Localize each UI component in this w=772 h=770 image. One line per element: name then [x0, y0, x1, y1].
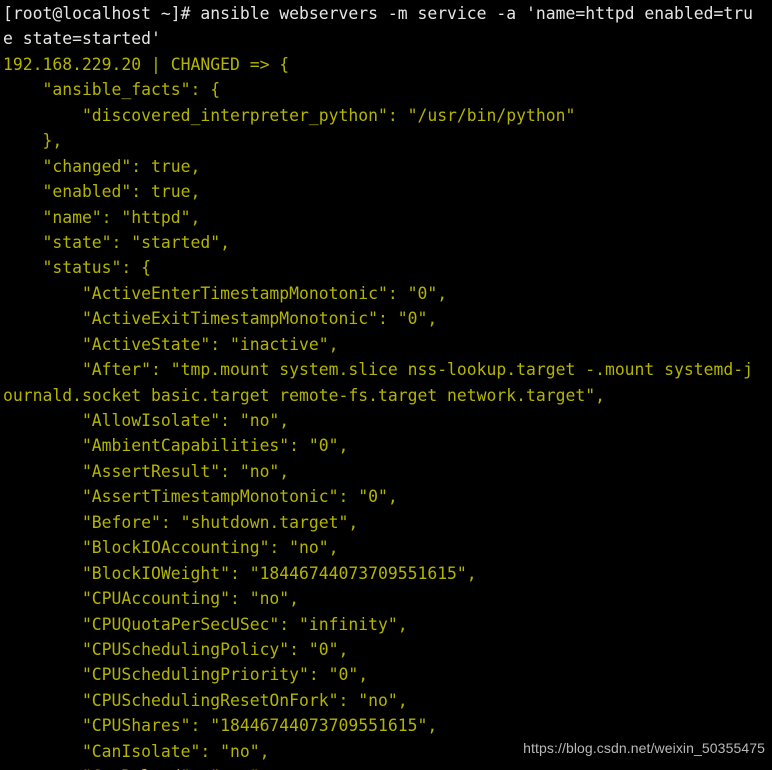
- terminal-line: "After": "tmp.mount system.slice nss-loo…: [3, 360, 753, 380]
- terminal-line: e state=started': [3, 29, 161, 49]
- terminal-line: "CPUSchedulingResetOnFork": "no",: [3, 690, 408, 710]
- terminal-line: "CPUAccounting": "no",: [3, 589, 300, 609]
- terminal-line: "ActiveExitTimestampMonotonic": "0",: [3, 309, 438, 329]
- terminal-line: "CanReload": "yes",: [3, 764, 772, 770]
- terminal-window[interactable]: [root@localhost ~]# ansible webservers -…: [0, 0, 772, 770]
- terminal-line: "discovered_interpreter_python": "/usr/b…: [3, 105, 576, 125]
- terminal-line: "name": "httpd",: [3, 207, 201, 227]
- terminal-line: "BlockIOAccounting": "no",: [3, 538, 339, 558]
- watermark-url: https://blog.csdn.net/weixin_50355475: [523, 740, 765, 756]
- terminal-line: "CPUSchedulingPriority": "0",: [3, 665, 369, 685]
- terminal-line: "enabled": true,: [3, 182, 201, 202]
- terminal-line: "CPUShares": "18446744073709551615",: [3, 716, 438, 736]
- terminal-line: "Before": "shutdown.target",: [3, 512, 359, 532]
- terminal-line: },: [3, 131, 63, 151]
- terminal-line: "state": "started",: [3, 232, 230, 252]
- terminal-line: 192.168.229.20 | CHANGED => {: [3, 54, 290, 74]
- terminal-line: "ActiveEnterTimestampMonotonic": "0",: [3, 283, 448, 303]
- terminal-line: "AllowIsolate": "no",: [3, 411, 290, 430]
- terminal-line: ournald.socket basic.target remote-fs.ta…: [3, 385, 605, 405]
- terminal-line: "ansible_facts": {: [3, 80, 221, 100]
- terminal-line: "AmbientCapabilities": "0",: [3, 436, 349, 456]
- terminal-line: "BlockIOWeight": "18446744073709551615",: [3, 563, 477, 583]
- terminal-line: "CPUQuotaPerSecUSec": "infinity",: [3, 614, 408, 634]
- terminal-line: "CPUSchedulingPolicy": "0",: [3, 639, 349, 659]
- terminal-line: "changed": true,: [3, 156, 201, 176]
- terminal-line: "AssertTimestampMonotonic": "0",: [3, 487, 398, 507]
- terminal-line: [root@localhost ~]# ansible webservers -…: [3, 4, 753, 23]
- terminal-line: "ActiveState": "inactive",: [3, 334, 339, 354]
- terminal-line: "status": {: [3, 258, 152, 278]
- terminal-line: "AssertResult": "no",: [3, 461, 290, 481]
- terminal-output-buffer[interactable]: [root@localhost ~]# ansible webservers -…: [3, 1, 772, 770]
